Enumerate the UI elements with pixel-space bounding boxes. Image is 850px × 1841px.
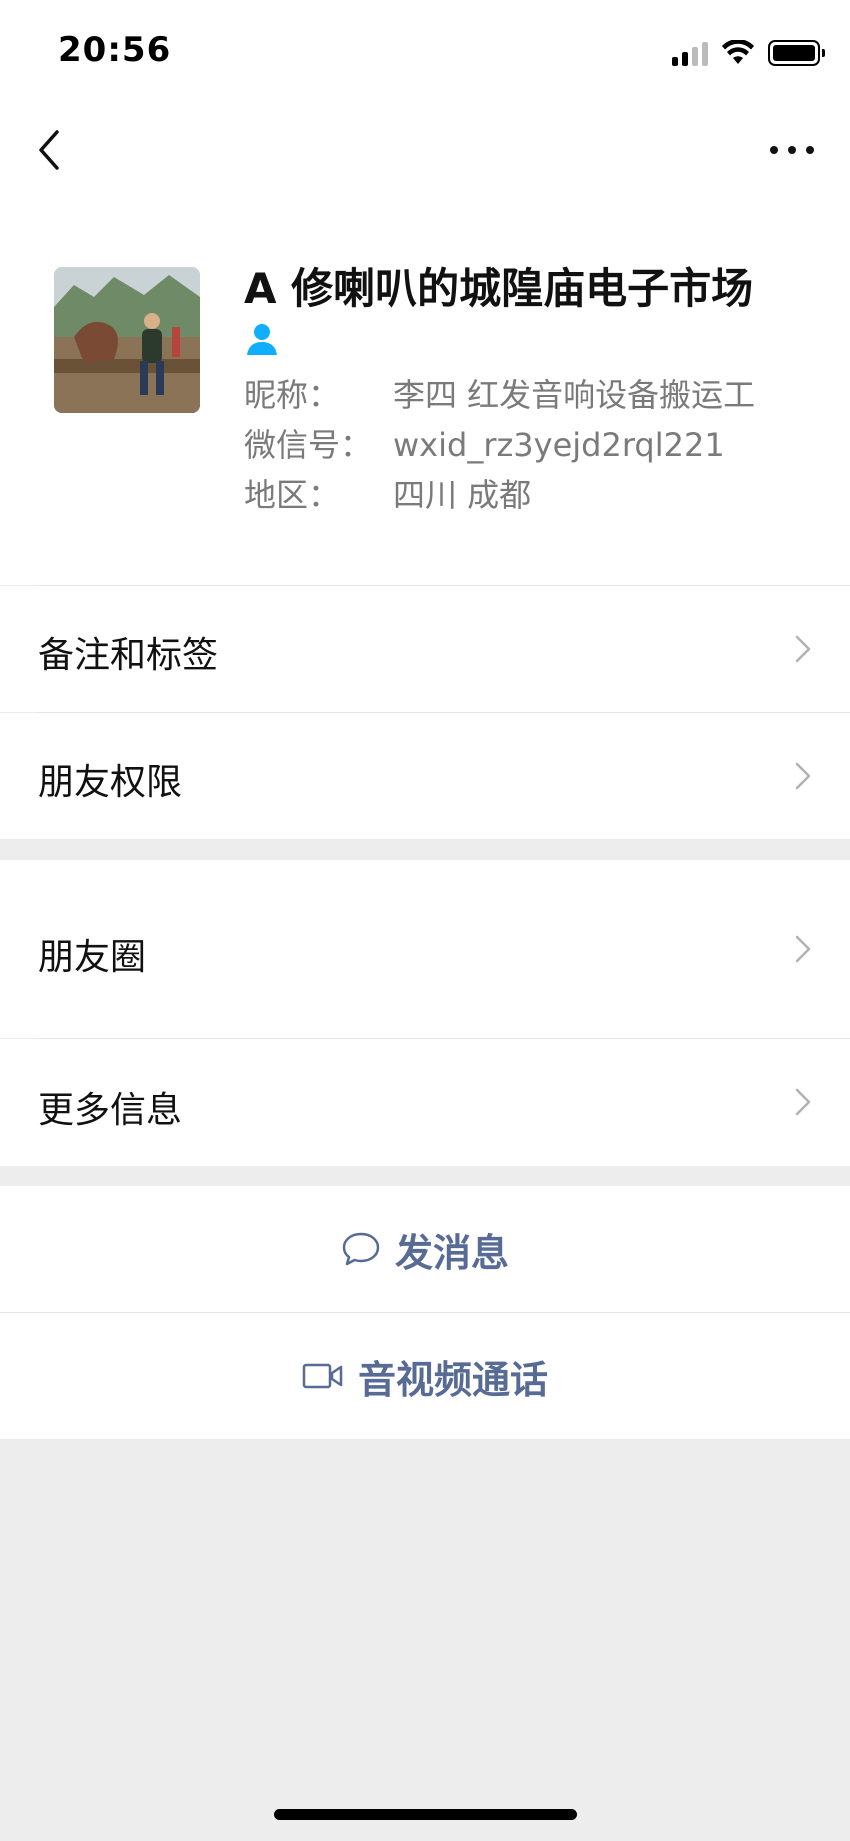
region-row: 地区： 四川 成都 <box>244 470 531 516</box>
contact-profile-page: 20:56 A 修喇叭的城隍庙电子市场 昵称： 李四 红发音响设备搬运工 微信号… <box>0 0 850 1841</box>
status-time: 20:56 <box>58 30 172 70</box>
battery-icon <box>768 40 825 66</box>
back-chevron-icon[interactable] <box>30 122 70 178</box>
contact-name: A 修喇叭的城隍庙电子市场 <box>244 264 754 313</box>
region-value: 四川 成都 <box>393 476 532 514</box>
wechat-id-row: 微信号： wxid_rz3yejd2rql221 <box>244 420 725 466</box>
chat-bubble-icon <box>342 1232 380 1266</box>
nickname-value: 李四 红发音响设备搬运工 <box>393 376 756 414</box>
video-camera-icon <box>302 1363 343 1389</box>
cellular-signal-icon <box>672 40 708 66</box>
send-message-button[interactable]: 发消息 <box>0 1186 850 1312</box>
video-call-label: 音视频通话 <box>357 1357 548 1402</box>
send-message-label: 发消息 <box>394 1230 509 1275</box>
chevron-right-icon <box>795 762 811 790</box>
avatar-photo <box>54 267 200 413</box>
friend-permissions-label: 朋友权限 <box>38 762 183 803</box>
home-indicator[interactable] <box>274 1809 577 1820</box>
video-call-button[interactable]: 音视频通话 <box>0 1313 850 1439</box>
region-label: 地区： <box>244 476 341 514</box>
chevron-right-icon <box>795 935 811 963</box>
status-icons <box>672 36 825 70</box>
moments-label: 朋友圈 <box>38 937 147 978</box>
more-info-label: 更多信息 <box>38 1090 183 1131</box>
remarks-and-tags-label: 备注和标签 <box>38 635 219 676</box>
wechat-id-label: 微信号： <box>244 426 373 464</box>
avatar[interactable] <box>54 267 200 413</box>
wifi-icon <box>722 40 754 64</box>
contact-person-icon <box>247 324 277 355</box>
more-info-cell[interactable]: 更多信息 <box>0 1039 850 1166</box>
wechat-id-value: wxid_rz3yejd2rql221 <box>393 426 725 464</box>
chevron-right-icon <box>795 1088 811 1116</box>
profile-header: A 修喇叭的城隍庙电子市场 昵称： 李四 红发音响设备搬运工 微信号： wxid_r… <box>0 200 850 586</box>
navigation-bar <box>0 100 850 200</box>
nickname-row: 昵称： 李四 红发音响设备搬运工 <box>244 370 755 416</box>
remarks-and-tags-cell[interactable]: 备注和标签 <box>0 586 850 712</box>
more-options-icon[interactable] <box>764 122 820 178</box>
chevron-right-icon <box>795 635 811 663</box>
nickname-label: 昵称： <box>244 376 341 414</box>
moments-cell[interactable]: 朋友圈 <box>0 860 850 1038</box>
status-bar: 20:56 <box>0 0 850 100</box>
friend-permissions-cell[interactable]: 朋友权限 <box>0 713 850 839</box>
